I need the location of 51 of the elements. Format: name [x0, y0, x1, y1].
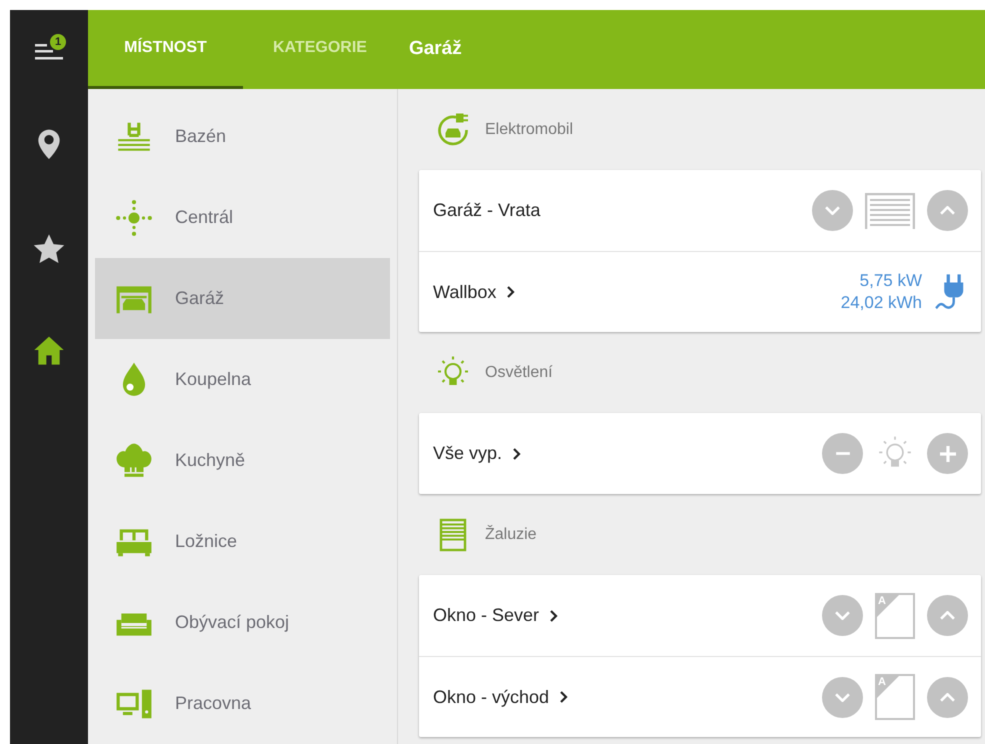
room-item[interactable]: Centrál: [95, 177, 390, 258]
room-item[interactable]: Kuchyně: [95, 420, 390, 501]
nav-button[interactable]: [32, 232, 66, 266]
room-icon: [115, 442, 153, 480]
notification-badge: 1: [50, 34, 66, 50]
garage-door-icon: [865, 192, 915, 228]
row-link[interactable]: Okno - východ: [433, 684, 570, 710]
room-item[interactable]: Ložnice: [95, 501, 390, 582]
row-link[interactable]: Okno - Sever: [433, 602, 560, 629]
menu-button[interactable]: 1: [32, 32, 66, 66]
chevron-down-icon: [835, 692, 850, 702]
mode-label: A: [878, 594, 886, 608]
chevron-up-icon: [940, 692, 955, 702]
dim-up-button[interactable]: [927, 433, 968, 474]
star-icon: [33, 233, 65, 265]
menu-icon: [35, 44, 63, 60]
chevron-right-icon: [506, 285, 516, 299]
chevron-right-icon: [559, 690, 570, 704]
chevron-down-icon: [825, 206, 840, 215]
dim-down-button[interactable]: [822, 433, 863, 474]
down-button[interactable]: [812, 190, 853, 231]
meter-reading: 5,75 kW: [860, 270, 922, 292]
row-link[interactable]: Vše vyp.: [433, 440, 522, 467]
section-title: Osvětlení: [485, 362, 553, 382]
room-item[interactable]: Garáž: [95, 258, 390, 339]
room-item[interactable]: Obývací pokoj: [95, 582, 390, 663]
mode-label: A: [878, 675, 886, 690]
plus-icon: [940, 446, 956, 462]
row-label: Garáž - Vrata: [433, 199, 540, 222]
minus-icon: [834, 452, 850, 455]
room-item[interactable]: Koupelna: [95, 339, 390, 420]
charger-icon: [435, 112, 471, 148]
room-icon: [115, 198, 153, 236]
up-button[interactable]: [927, 595, 968, 636]
section-title: Žaluzie: [485, 524, 537, 544]
down-button[interactable]: [822, 676, 863, 718]
row-link[interactable]: Wallbox: [433, 278, 516, 306]
section-title: Elektromobil: [485, 120, 574, 140]
home-icon: [33, 334, 65, 366]
chevron-up-icon: [940, 206, 955, 215]
chevron-down-icon: [835, 611, 850, 620]
room-item[interactable]: Pracovna: [95, 663, 390, 744]
room-item[interactable]: Bazén: [95, 96, 390, 177]
up-button[interactable]: [927, 676, 968, 718]
page-title: Garáž: [408, 37, 462, 62]
chevron-up-icon: [940, 611, 955, 620]
chevron-right-icon: [549, 608, 560, 622]
up-button[interactable]: [927, 190, 968, 231]
down-button[interactable]: [822, 595, 863, 636]
meter-reading: 24,02 kWh: [840, 292, 922, 314]
chevron-right-icon: [512, 446, 522, 460]
